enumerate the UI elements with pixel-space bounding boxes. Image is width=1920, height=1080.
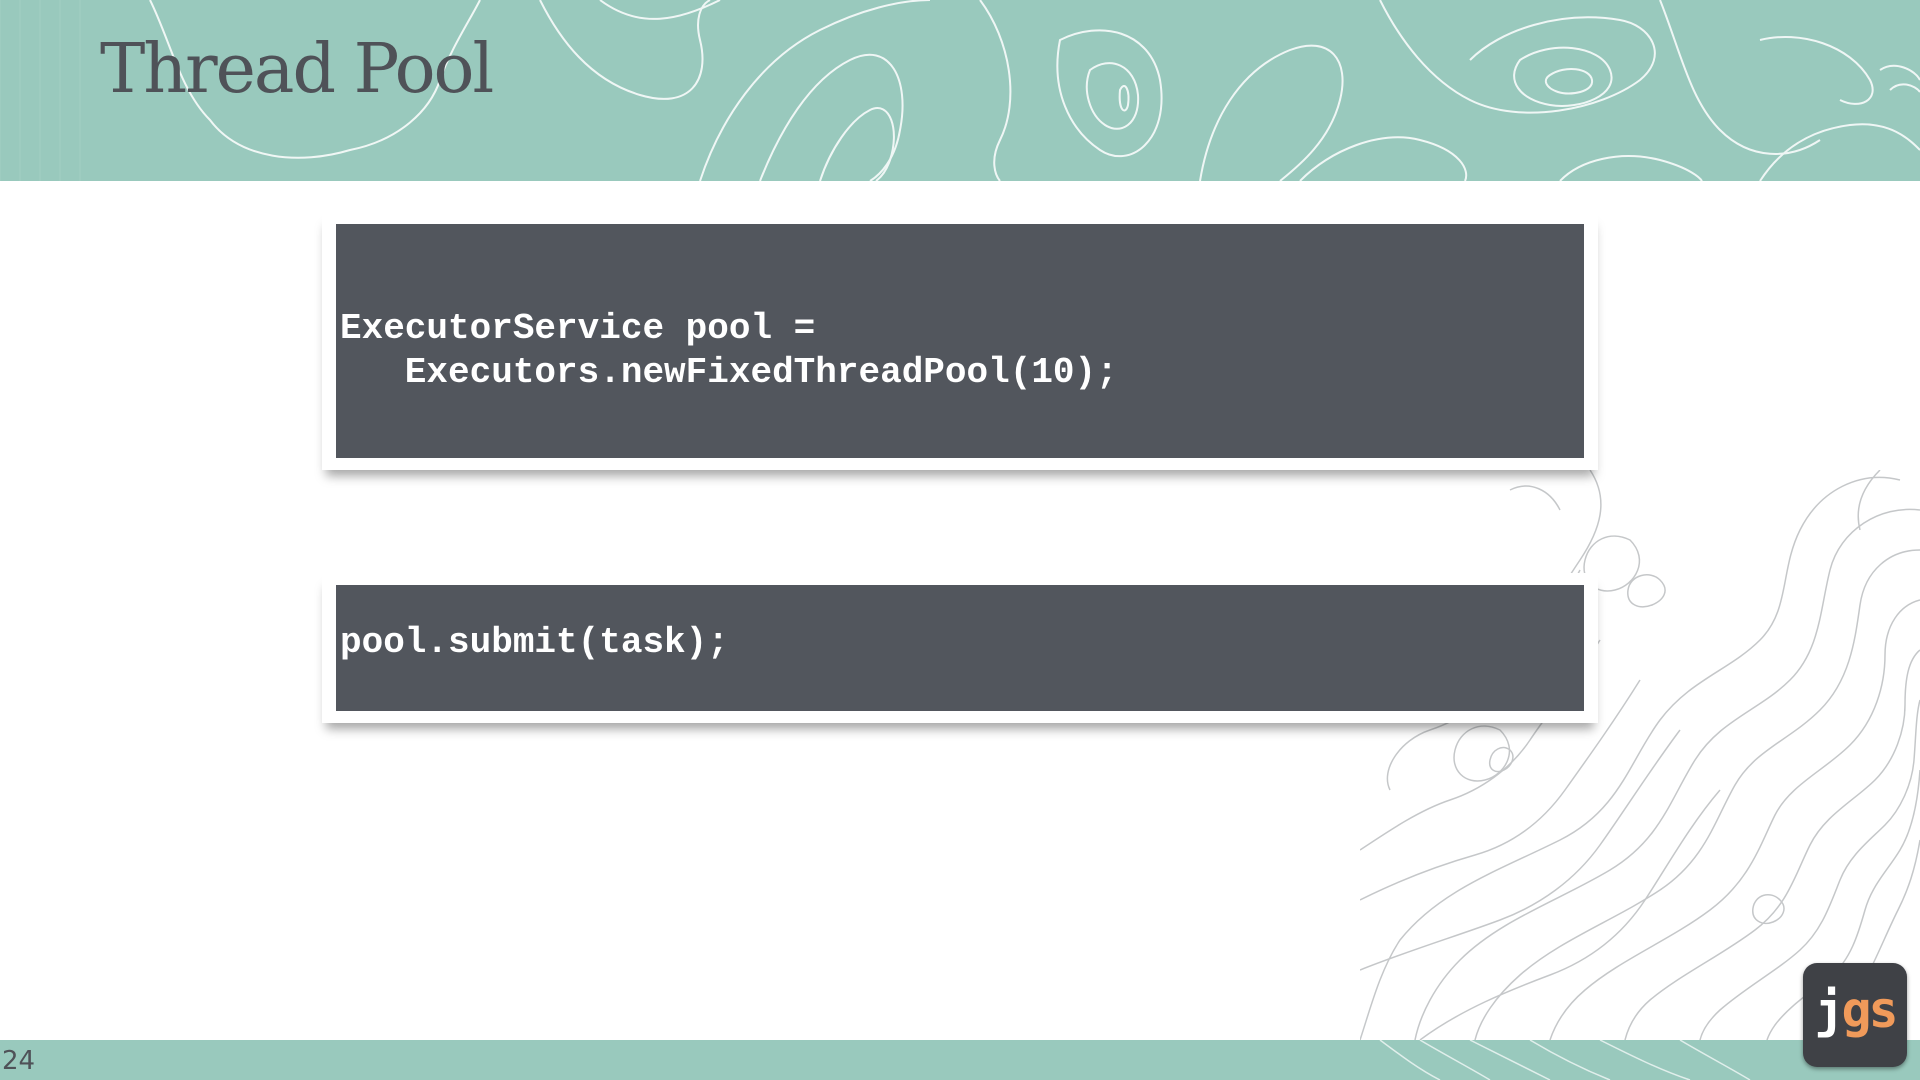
topographic-contours [1360, 470, 1920, 1040]
code-card-pool-submit: pool.submit(task); [322, 573, 1598, 723]
code-block: ExecutorService pool = Executors.newFixe… [336, 224, 1584, 458]
footer-band [0, 1040, 1920, 1080]
code-line: ExecutorService pool = [340, 308, 816, 349]
logo-letter-j: j [1814, 981, 1844, 1039]
code-block: pool.submit(task); [336, 585, 1584, 711]
page-number: 24 [2, 1046, 36, 1076]
topographic-corner-pattern [1360, 470, 1920, 1040]
jgs-logo: jgs [1803, 963, 1907, 1067]
code-card-pool-creation: ExecutorService pool = Executors.newFixe… [322, 212, 1598, 470]
code-line: pool.submit(task); [340, 622, 729, 663]
header-band: Thread Pool [0, 0, 1920, 181]
logo-text: jgs [1803, 985, 1907, 1035]
slide-title: Thread Pool [100, 30, 494, 109]
slide: Thread Pool ExecutorService pool = Execu… [0, 0, 1920, 1080]
logo-letters-gs: gs [1841, 981, 1898, 1039]
code-line: Executors.newFixedThreadPool(10); [340, 352, 1118, 393]
footer-pattern [1379, 1040, 1751, 1080]
